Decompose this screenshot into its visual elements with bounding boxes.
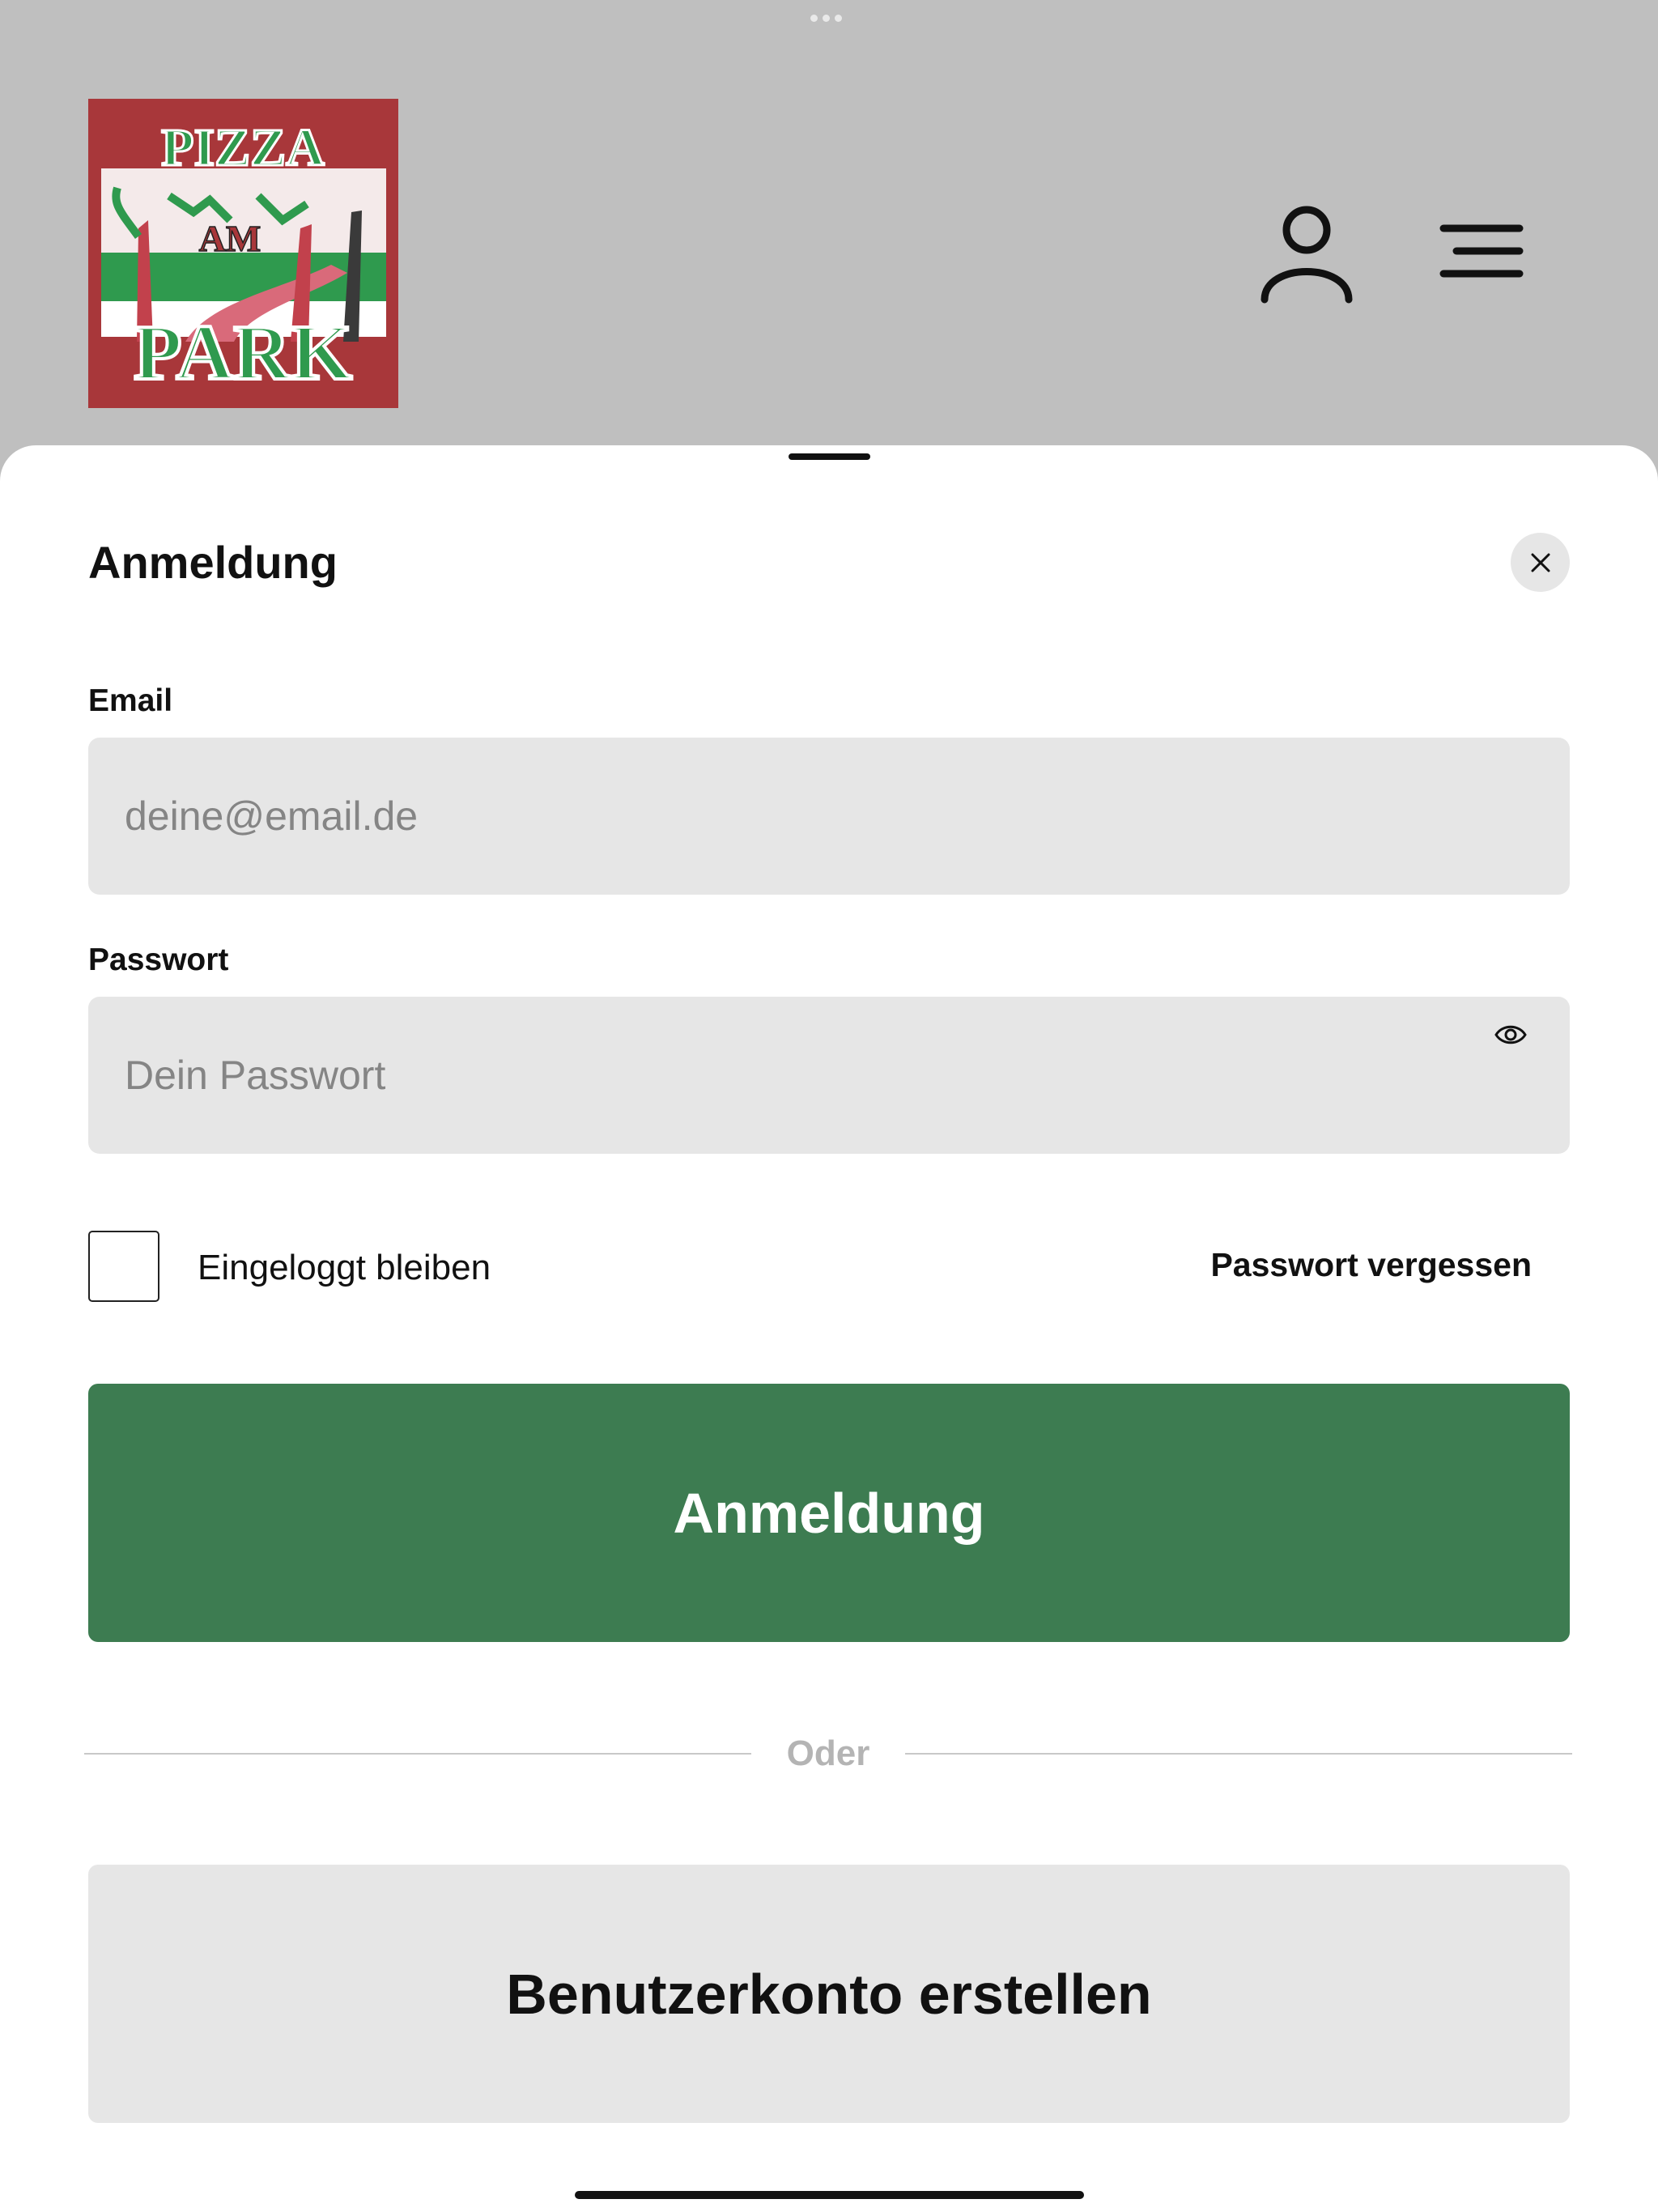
eye-icon — [1494, 1025, 1527, 1044]
dot — [810, 15, 818, 22]
logo-text-top: PIZZA — [161, 118, 325, 177]
user-icon[interactable] — [1260, 202, 1354, 304]
password-label: Passwort — [88, 942, 229, 977]
password-input[interactable] — [125, 997, 1460, 1154]
sheet-grabber[interactable] — [789, 453, 870, 460]
password-field[interactable] — [88, 997, 1570, 1154]
login-button[interactable]: Anmeldung — [88, 1384, 1570, 1642]
email-input[interactable] — [125, 738, 1460, 895]
home-indicator[interactable] — [575, 2191, 1084, 2199]
email-field[interactable] — [88, 738, 1570, 895]
logo-image: PIZZA AM PARK — [88, 99, 398, 408]
create-account-button[interactable]: Benutzerkonto erstellen — [88, 1865, 1570, 2123]
logo-text-bottom: PARK — [134, 309, 352, 397]
divider-line-left — [84, 1753, 751, 1755]
email-label: Email — [88, 683, 173, 718]
close-button[interactable] — [1511, 533, 1570, 592]
pizza-am-park-logo[interactable]: PIZZA AM PARK — [88, 99, 398, 408]
show-password-button[interactable] — [1473, 998, 1548, 1072]
divider-text: Oder — [786, 1733, 870, 1773]
sheet-title: Anmeldung — [88, 537, 338, 588]
divider-line-right — [905, 1753, 1572, 1755]
remember-me-label[interactable]: Eingeloggt bleiben — [198, 1247, 491, 1290]
remember-me-checkbox[interactable] — [88, 1231, 159, 1302]
dot — [823, 15, 830, 22]
logo-text-middle: AM — [199, 218, 261, 259]
menu-icon[interactable] — [1437, 219, 1526, 283]
forgot-password-link[interactable]: Passwort vergessen — [1210, 1245, 1532, 1285]
dot — [835, 15, 842, 22]
close-icon — [1531, 553, 1550, 572]
multitasking-dots[interactable] — [810, 15, 842, 22]
